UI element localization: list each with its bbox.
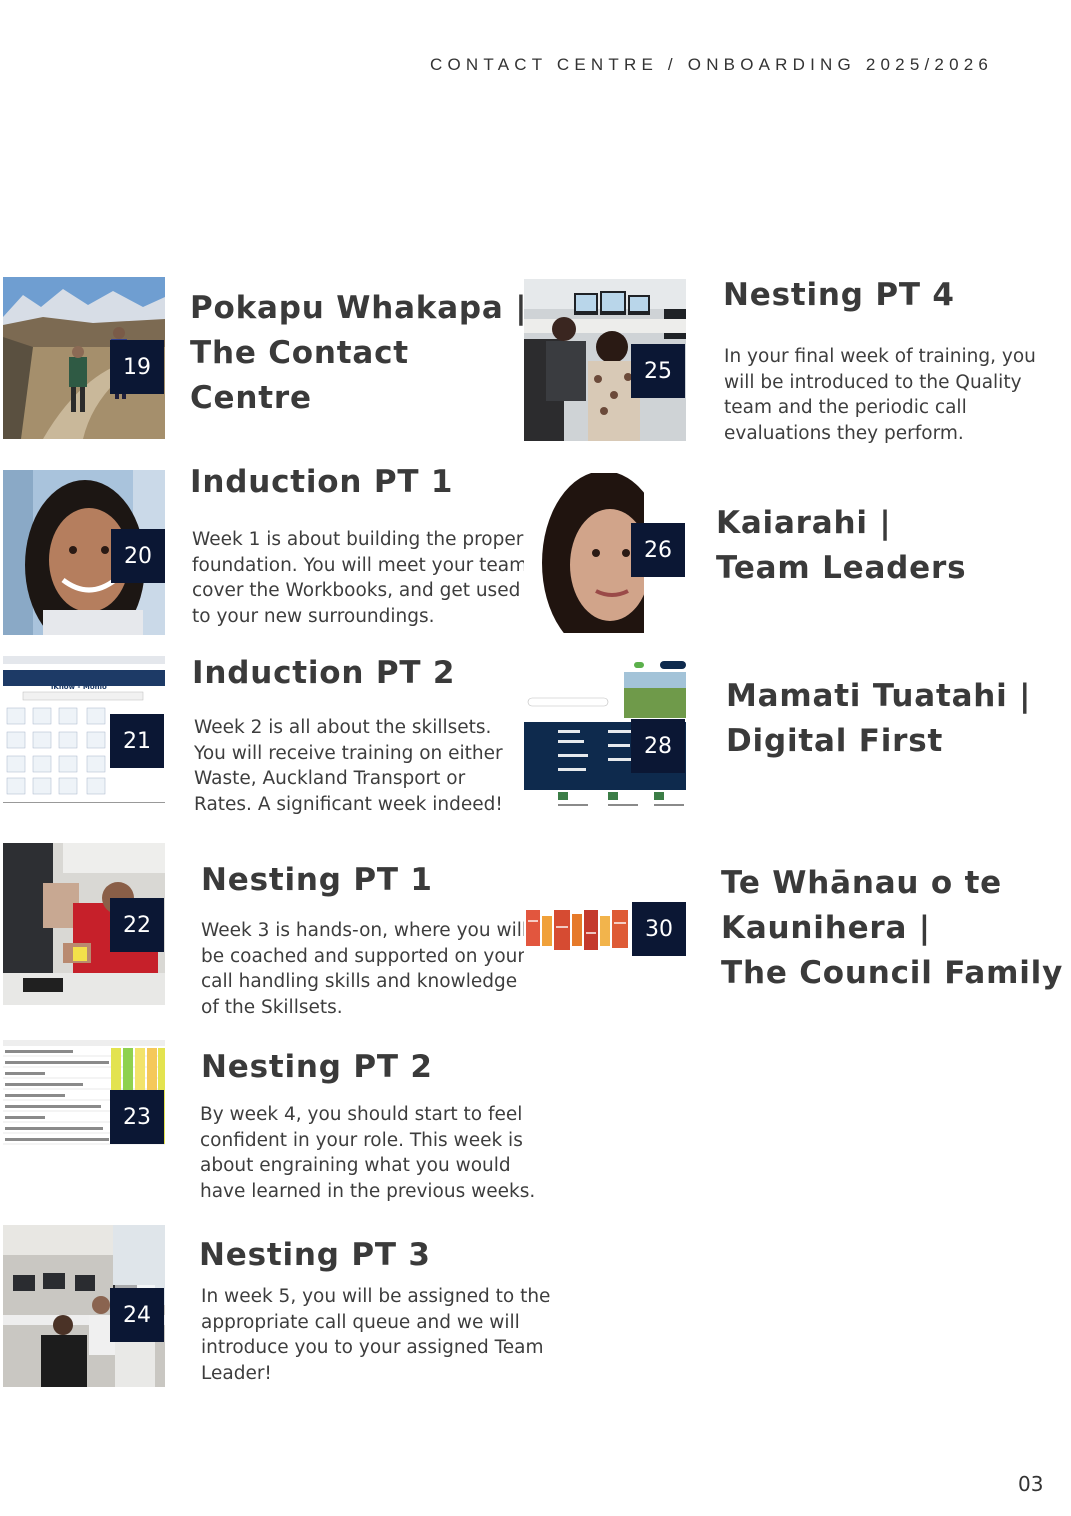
badge-22: 22 [110, 898, 164, 952]
desc-24: In week 5, you will be assigned to the a… [201, 1284, 550, 1386]
badge-19: 19 [110, 340, 164, 394]
title-24: Nesting PT 3 [199, 1237, 431, 1273]
title-30-line-3: The Council Family [721, 955, 1064, 991]
title-25: Nesting PT 4 [723, 277, 955, 313]
desc-21: Week 2 is all about the skillsets. You w… [194, 715, 503, 817]
page-header: CONTACT CENTRE / ONBOARDING 2025/2026 [430, 55, 994, 74]
title-19-line-3: Centre [190, 380, 312, 416]
desc-25: In your final week of training, you will… [724, 344, 1036, 446]
desc-20: Week 1 is about building the proper foun… [192, 527, 533, 629]
title-30-line-2: Kaunihera | [721, 910, 931, 946]
desc-24-line-1: In week 5, you will be assigned to the [201, 1286, 551, 1307]
desc-25-line-1: In your final week of training, you [724, 346, 1036, 367]
badge-21: 21 [110, 714, 164, 768]
badge-25: 25 [631, 344, 685, 398]
desc-23-line-4: have learned in the previous weeks. [200, 1180, 536, 1202]
title-26-line-1: Kaiarahi | [716, 505, 892, 541]
title-28: Mamati Tuatahi | Digital First [726, 674, 1031, 764]
thumb-21-label: iKnow - Mōhio [51, 683, 107, 691]
desc-21-line-4: Rates. A significant week indeed! [194, 793, 503, 815]
badge-24: 24 [110, 1288, 164, 1342]
desc-22: Week 3 is hands-on, where you will be co… [201, 918, 527, 1020]
desc-24-line-4: Leader! [201, 1362, 272, 1384]
desc-20-line-4: to your new surroundings. [192, 605, 435, 627]
desc-24-line-3: introduce you to your assigned Team [201, 1337, 544, 1359]
desc-20-line-2: foundation. You will meet your team, [192, 554, 534, 576]
badge-28: 28 [631, 719, 685, 773]
page-number: 03 [1018, 1472, 1044, 1496]
title-30-line-1: Te Whānau o te [721, 865, 1003, 901]
title-21: Induction PT 2 [192, 655, 456, 691]
desc-25-line-4: evaluations they perform. [724, 422, 964, 444]
badge-23: 23 [110, 1090, 164, 1144]
desc-20-line-1: Week 1 is about building the proper [192, 529, 524, 550]
desc-21-line-2: You will receive training on either [194, 742, 503, 764]
desc-25-line-3: team and the periodic call [724, 397, 967, 419]
desc-23: By week 4, you should start to feel conf… [200, 1102, 535, 1204]
desc-21-line-1: Week 2 is all about the skillsets. [194, 717, 492, 738]
badge-30: 30 [632, 902, 686, 956]
title-28-line-1: Mamati Tuatahi | [726, 678, 1032, 714]
desc-23-line-2: confident in your role. This week is [200, 1129, 523, 1151]
desc-22-line-3: call handling skills and knowledge [201, 971, 518, 993]
desc-22-line-2: be coached and supported on your [201, 945, 525, 967]
desc-22-line-1: Week 3 is hands-on, where you will [201, 920, 527, 941]
badge-20: 20 [111, 529, 165, 583]
thumb-30-wordcloud [524, 906, 632, 954]
title-30: Te Whānau o te Kaunihera | The Council F… [721, 861, 1063, 996]
title-23: Nesting PT 2 [201, 1049, 433, 1085]
title-26: Kaiarahi | Team Leaders [716, 501, 966, 591]
title-19-line-1: Pokapu Whakapa | [190, 290, 528, 326]
title-22: Nesting PT 1 [201, 862, 433, 898]
desc-21-line-3: Waste, Auckland Transport or [194, 768, 466, 790]
title-20: Induction PT 1 [190, 464, 454, 500]
desc-23-line-3: about engraining what you would [200, 1155, 511, 1177]
badge-26: 26 [631, 523, 685, 577]
desc-22-line-4: of the Skillsets. [201, 996, 343, 1018]
desc-23-line-1: By week 4, you should start to feel [200, 1104, 523, 1125]
desc-24-line-2: appropriate call queue and we will [201, 1311, 520, 1333]
title-26-line-2: Team Leaders [716, 550, 967, 586]
title-19: Pokapu Whakapa | The Contact Centre [190, 286, 527, 421]
title-28-line-2: Digital First [726, 723, 944, 759]
desc-25-line-2: will be introduced to the Quality [724, 371, 1022, 393]
title-19-line-2: The Contact [190, 335, 409, 371]
desc-20-line-3: cover the Workbooks, and get used [192, 580, 521, 602]
